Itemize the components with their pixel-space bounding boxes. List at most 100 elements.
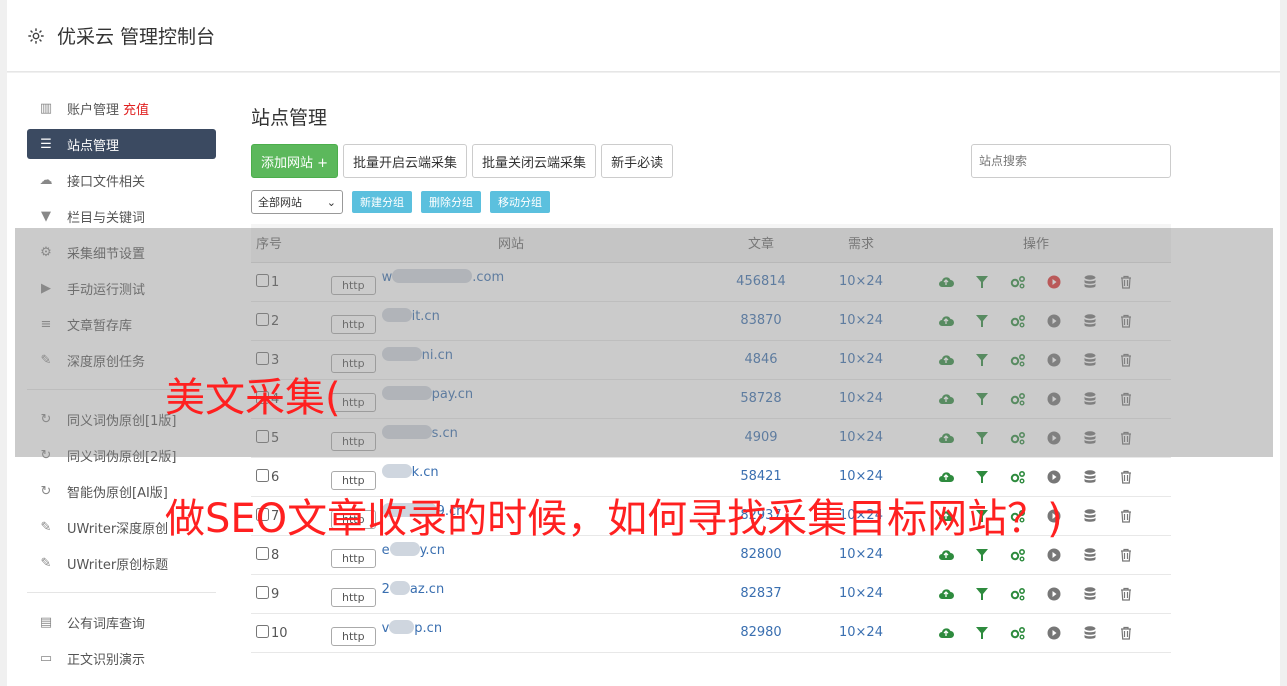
play-circle-icon[interactable] bbox=[1044, 469, 1064, 485]
sidebar-item-account[interactable]: ▥ 账户管理 充值 bbox=[27, 93, 216, 123]
cloud-upload-icon[interactable] bbox=[936, 391, 956, 407]
site-link[interactable]: 2 az.cn bbox=[382, 580, 444, 597]
trash-icon[interactable] bbox=[1116, 352, 1136, 368]
demand-cell[interactable]: 10×24 bbox=[821, 418, 901, 458]
articles-cell[interactable]: 82837 bbox=[701, 574, 821, 614]
batch-close-cloud-button[interactable]: 批量关闭云端采集 bbox=[472, 144, 597, 178]
play-circle-icon[interactable] bbox=[1044, 586, 1064, 602]
articles-cell[interactable]: 83870 bbox=[701, 301, 821, 341]
play-circle-icon[interactable] bbox=[1044, 352, 1064, 368]
trash-icon[interactable] bbox=[1116, 430, 1136, 446]
site-link[interactable]: v p.cn bbox=[382, 619, 442, 636]
sidebar-item-public-lexicon[interactable]: ▤ 公有词库查询 bbox=[27, 607, 216, 637]
delete-group-button[interactable]: 删除分组 bbox=[421, 191, 481, 213]
row-checkbox[interactable] bbox=[256, 546, 269, 560]
filter-icon[interactable] bbox=[972, 352, 992, 368]
articles-cell[interactable]: 456814 bbox=[701, 262, 821, 302]
sidebar-item-article-store[interactable]: ≡ 文章暂存库 bbox=[27, 309, 216, 339]
sidebar-item-manual-test[interactable]: ▶ 手动运行测试 bbox=[27, 273, 216, 303]
demand-cell[interactable]: 10×24 bbox=[821, 379, 901, 419]
sidebar-item-text-recognition[interactable]: ▭ 正文识别演示 bbox=[27, 643, 216, 673]
cloud-upload-icon[interactable] bbox=[936, 274, 956, 290]
demand-cell[interactable]: 10×24 bbox=[821, 262, 901, 302]
row-checkbox[interactable] bbox=[256, 351, 269, 365]
database-icon[interactable] bbox=[1080, 391, 1100, 407]
articles-cell[interactable]: 4909 bbox=[701, 418, 821, 458]
new-group-button[interactable]: 新建分组 bbox=[352, 191, 412, 213]
gears-icon[interactable] bbox=[1008, 469, 1028, 485]
database-icon[interactable] bbox=[1080, 274, 1100, 290]
database-icon[interactable] bbox=[1080, 547, 1100, 563]
filter-icon[interactable] bbox=[972, 313, 992, 329]
add-site-button[interactable]: 添加网站 + bbox=[251, 144, 339, 178]
gears-icon[interactable] bbox=[1008, 547, 1028, 563]
site-link[interactable]: pay.cn bbox=[381, 385, 473, 402]
batch-open-cloud-button[interactable]: 批量开启云端采集 bbox=[343, 144, 468, 178]
site-link[interactable]: ni.cn bbox=[381, 346, 453, 363]
play-circle-icon[interactable] bbox=[1044, 391, 1064, 407]
gear-icon[interactable] bbox=[27, 27, 45, 45]
row-checkbox[interactable] bbox=[256, 312, 269, 326]
play-circle-icon[interactable] bbox=[1044, 274, 1064, 290]
filter-icon[interactable] bbox=[972, 469, 992, 485]
demand-cell[interactable]: 10×24 bbox=[821, 574, 901, 614]
filter-icon[interactable] bbox=[972, 274, 992, 290]
filter-icon[interactable] bbox=[972, 586, 992, 602]
database-icon[interactable] bbox=[1080, 586, 1100, 602]
cloud-upload-icon[interactable] bbox=[936, 469, 956, 485]
gears-icon[interactable] bbox=[1008, 352, 1028, 368]
row-checkbox[interactable] bbox=[256, 585, 269, 599]
guide-button[interactable]: 新手必读 bbox=[601, 144, 674, 178]
site-link[interactable]: k.cn bbox=[381, 463, 439, 480]
gears-icon[interactable] bbox=[1008, 274, 1028, 290]
row-checkbox[interactable] bbox=[256, 624, 269, 638]
site-link[interactable]: w .com bbox=[382, 268, 504, 285]
cloud-upload-icon[interactable] bbox=[936, 313, 956, 329]
trash-icon[interactable] bbox=[1116, 469, 1136, 485]
play-circle-icon[interactable] bbox=[1044, 430, 1064, 446]
move-group-button[interactable]: 移动分组 bbox=[490, 191, 550, 213]
row-checkbox[interactable] bbox=[256, 468, 269, 482]
cloud-upload-icon[interactable] bbox=[936, 625, 956, 641]
trash-icon[interactable] bbox=[1116, 547, 1136, 563]
sidebar-item-sites[interactable]: ☰ 站点管理 bbox=[27, 129, 216, 159]
site-link[interactable]: it.cn bbox=[381, 307, 440, 324]
cloud-upload-icon[interactable] bbox=[936, 586, 956, 602]
database-icon[interactable] bbox=[1080, 313, 1100, 329]
filter-icon[interactable] bbox=[972, 547, 992, 563]
trash-icon[interactable] bbox=[1116, 508, 1136, 524]
articles-cell[interactable]: 82980 bbox=[701, 613, 821, 653]
trash-icon[interactable] bbox=[1116, 313, 1136, 329]
filter-icon[interactable] bbox=[972, 391, 992, 407]
site-link[interactable]: s.cn bbox=[381, 424, 458, 441]
gears-icon[interactable] bbox=[1008, 586, 1028, 602]
site-search-input[interactable] bbox=[971, 144, 1171, 178]
sidebar-item-uwriter-title[interactable]: ✎ UWriter原创标题 bbox=[27, 548, 216, 578]
recharge-link[interactable]: 充值 bbox=[123, 99, 149, 118]
filter-icon[interactable] bbox=[972, 430, 992, 446]
database-icon[interactable] bbox=[1080, 352, 1100, 368]
cloud-upload-icon[interactable] bbox=[936, 547, 956, 563]
filter-icon[interactable] bbox=[972, 625, 992, 641]
sidebar-item-synonym-v2[interactable]: ↻ 同义词伪原创[2版] bbox=[27, 440, 216, 470]
cloud-upload-icon[interactable] bbox=[936, 430, 956, 446]
database-icon[interactable] bbox=[1080, 430, 1100, 446]
sidebar-item-collect-settings[interactable]: ⚙ 采集细节设置 bbox=[27, 237, 216, 267]
row-checkbox[interactable] bbox=[256, 273, 269, 287]
row-checkbox[interactable] bbox=[256, 429, 269, 443]
trash-icon[interactable] bbox=[1116, 625, 1136, 641]
gears-icon[interactable] bbox=[1008, 430, 1028, 446]
articles-cell[interactable]: 58728 bbox=[701, 379, 821, 419]
demand-cell[interactable]: 10×24 bbox=[821, 613, 901, 653]
database-icon[interactable] bbox=[1080, 508, 1100, 524]
site-link[interactable]: e y.cn bbox=[382, 541, 445, 558]
demand-cell[interactable]: 10×24 bbox=[821, 301, 901, 341]
sidebar-item-interface-files[interactable]: ☁ 接口文件相关 bbox=[27, 165, 216, 195]
trash-icon[interactable] bbox=[1116, 391, 1136, 407]
group-select[interactable]: 全部网站 ⌄ bbox=[251, 190, 343, 214]
trash-icon[interactable] bbox=[1116, 586, 1136, 602]
articles-cell[interactable]: 4846 bbox=[701, 340, 821, 380]
play-circle-icon[interactable] bbox=[1044, 547, 1064, 563]
database-icon[interactable] bbox=[1080, 469, 1100, 485]
database-icon[interactable] bbox=[1080, 625, 1100, 641]
